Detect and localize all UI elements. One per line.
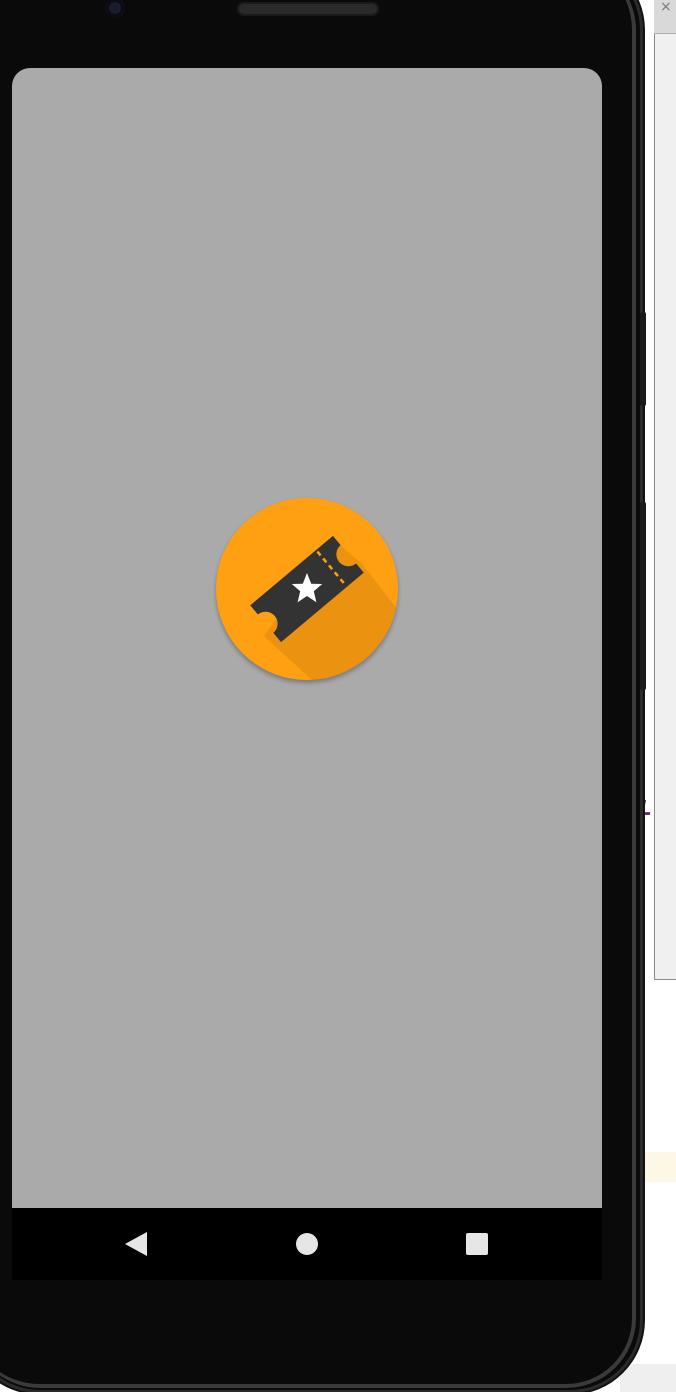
- recents-square-icon: [466, 1233, 488, 1255]
- ticket-star-icon: [250, 535, 398, 680]
- host-close-icon[interactable]: ×: [660, 0, 676, 16]
- volume-rocker[interactable]: [640, 502, 646, 690]
- navigation-bar: [12, 1208, 602, 1280]
- earpiece-speaker: [237, 2, 379, 16]
- back-button[interactable]: [122, 1230, 150, 1258]
- recents-button[interactable]: [463, 1230, 491, 1258]
- back-triangle-icon: [125, 1232, 147, 1256]
- power-button[interactable]: [640, 312, 646, 406]
- host-highlight-strip: [640, 1152, 676, 1182]
- home-circle-icon: [296, 1233, 318, 1255]
- host-bottom-strip: [620, 1364, 676, 1392]
- app-launcher-icon[interactable]: [216, 498, 398, 680]
- splash-screen: [12, 68, 602, 1208]
- host-side-panel: [654, 34, 676, 980]
- home-button[interactable]: [293, 1230, 321, 1258]
- host-text-fragment: L: [639, 796, 652, 820]
